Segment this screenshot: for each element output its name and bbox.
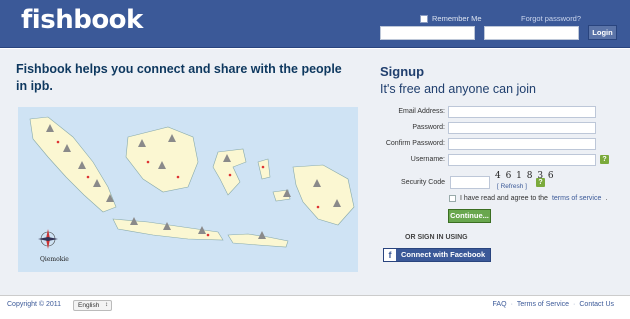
fishbook-logo[interactable]: fishbook xyxy=(21,5,143,35)
terms-link[interactable]: Terms of Service xyxy=(517,301,569,308)
login-email-input[interactable] xyxy=(380,26,475,40)
confirm-password-label: Confirm Password: xyxy=(385,140,445,147)
email-field[interactable] xyxy=(448,106,596,118)
footer: Copyright © 2011 English ↕ FAQ · Terms of … xyxy=(0,295,630,319)
login-password-input[interactable] xyxy=(484,26,579,40)
top-bar: fishbook Remember Me Forgot password? Lo… xyxy=(0,0,630,48)
email-label: Email Address: xyxy=(398,108,445,115)
indonesia-map-graphic: Qiemokie xyxy=(18,107,358,272)
remember-me-label: Remember Me xyxy=(432,14,482,23)
select-arrows-icon: ↕ xyxy=(105,302,108,308)
captcha-refresh-link[interactable]: [ Refresh ] xyxy=(497,183,527,190)
signup-subtitle: It's free and anyone can join xyxy=(380,82,536,96)
captcha-image: 4 6 1 8 3 6 xyxy=(495,171,555,181)
password-label: Password: xyxy=(412,124,445,131)
username-help-icon[interactable]: ? xyxy=(600,155,609,164)
remember-me[interactable]: Remember Me xyxy=(420,14,482,23)
agree-terms-text: I have read and agree to the xyxy=(460,195,548,202)
forgot-password-link[interactable]: Forgot password? xyxy=(521,14,581,23)
continue-button[interactable]: Continue... xyxy=(448,209,491,223)
indonesia-map: Qiemokie xyxy=(18,107,358,272)
connect-facebook-button[interactable]: f Connect with Facebook xyxy=(383,248,491,262)
facebook-icon: f xyxy=(384,249,396,261)
signup-title: Signup xyxy=(380,64,425,79)
language-select[interactable]: English ↕ xyxy=(73,300,112,311)
password-field[interactable] xyxy=(448,122,596,134)
connect-facebook-label: Connect with Facebook xyxy=(401,250,486,259)
faq-link[interactable]: FAQ xyxy=(493,301,507,308)
footer-links: FAQ · Terms of Service · Contact Us xyxy=(492,301,614,308)
contact-link[interactable]: Contact Us xyxy=(579,301,614,308)
username-label: Username: xyxy=(410,156,445,163)
username-field[interactable] xyxy=(448,154,596,166)
remember-me-checkbox[interactable] xyxy=(420,14,428,23)
agree-terms-checkbox[interactable] xyxy=(449,195,456,202)
security-code-label: Security Code xyxy=(401,179,445,186)
agree-terms[interactable]: I have read and agree to the terms of se… xyxy=(449,195,607,202)
login-button[interactable]: Login xyxy=(588,25,617,40)
main-content: Fishbook helps you connect and share wit… xyxy=(0,49,630,295)
security-code-input[interactable] xyxy=(450,176,490,189)
captcha-help-icon[interactable]: ? xyxy=(536,178,545,187)
map-compass-label: Qiemokie xyxy=(40,256,69,263)
tagline: Fishbook helps you connect and share wit… xyxy=(16,62,342,93)
confirm-password-field[interactable] xyxy=(448,138,596,150)
copyright: Copyright © 2011 xyxy=(7,301,62,308)
or-sign-in-label: OR SIGN IN USING xyxy=(405,234,468,241)
language-value: English xyxy=(78,302,100,309)
terms-of-service-link[interactable]: terms of service xyxy=(552,195,601,202)
